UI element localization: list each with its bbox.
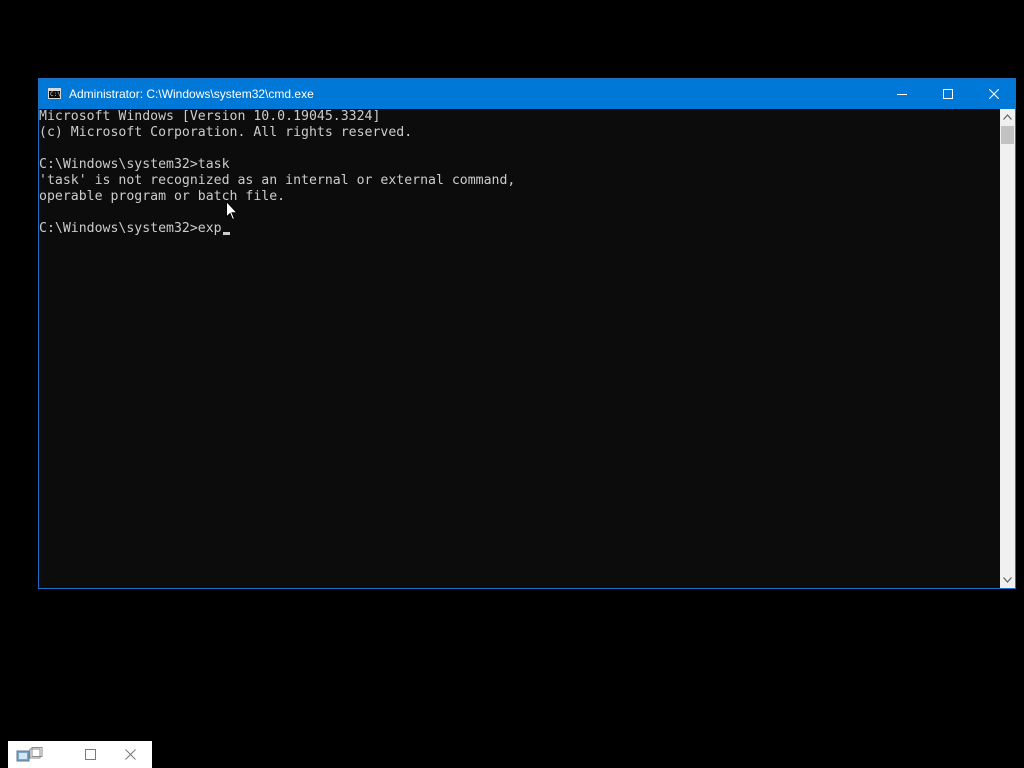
console-area[interactable]: Microsoft Windows [Version 10.0.19045.33… — [39, 109, 1000, 588]
close-button[interactable] — [971, 79, 1017, 109]
restore-icon — [85, 749, 96, 760]
app-icon[interactable] — [16, 747, 44, 763]
console-line: (c) Microsoft Corporation. All rights re… — [39, 125, 413, 140]
console-line: C:\Windows\system32>task — [39, 157, 230, 172]
window-title: Administrator: C:\Windows\system32\cmd.e… — [69, 87, 314, 101]
close-icon — [125, 749, 136, 760]
scroll-thumb[interactable] — [1001, 126, 1014, 144]
minimize-icon — [897, 94, 907, 95]
cmd-icon[interactable]: C:\ — [48, 88, 61, 99]
close-icon — [989, 89, 999, 99]
console-line: Microsoft Windows [Version 10.0.19045.33… — [39, 109, 381, 124]
mouse-pointer-icon — [226, 201, 238, 221]
restore-button[interactable] — [80, 746, 102, 764]
scroll-down-button[interactable] — [1000, 572, 1015, 588]
cmd-icon-glyph: C:\ — [50, 91, 61, 98]
vertical-scrollbar[interactable] — [1000, 109, 1015, 588]
maximize-button[interactable] — [925, 79, 971, 109]
minimized-window[interactable] — [8, 741, 152, 768]
scroll-up-button[interactable] — [1000, 109, 1015, 125]
minimize-button[interactable] — [879, 79, 925, 109]
title-bar[interactable]: C:\ Administrator: C:\Windows\system32\c… — [39, 79, 1015, 109]
console-line: 'task' is not recognized as an internal … — [39, 173, 516, 188]
maximize-icon — [943, 89, 953, 99]
close-button[interactable] — [120, 746, 142, 764]
cmd-window[interactable]: C:\ Administrator: C:\Windows\system32\c… — [38, 78, 1016, 589]
text-cursor — [222, 232, 230, 235]
command-input[interactable]: C:\Windows\system32>exp — [39, 221, 222, 236]
console-output: Microsoft Windows [Version 10.0.19045.33… — [39, 109, 515, 237]
chevron-down-icon — [1003, 577, 1012, 583]
command-prompt-line[interactable]: C:\Windows\system32>exp — [39, 221, 515, 237]
chevron-up-icon — [1003, 114, 1012, 120]
desktop: C:\ Administrator: C:\Windows\system32\c… — [0, 0, 1024, 768]
console-line: operable program or batch file. — [39, 189, 286, 204]
